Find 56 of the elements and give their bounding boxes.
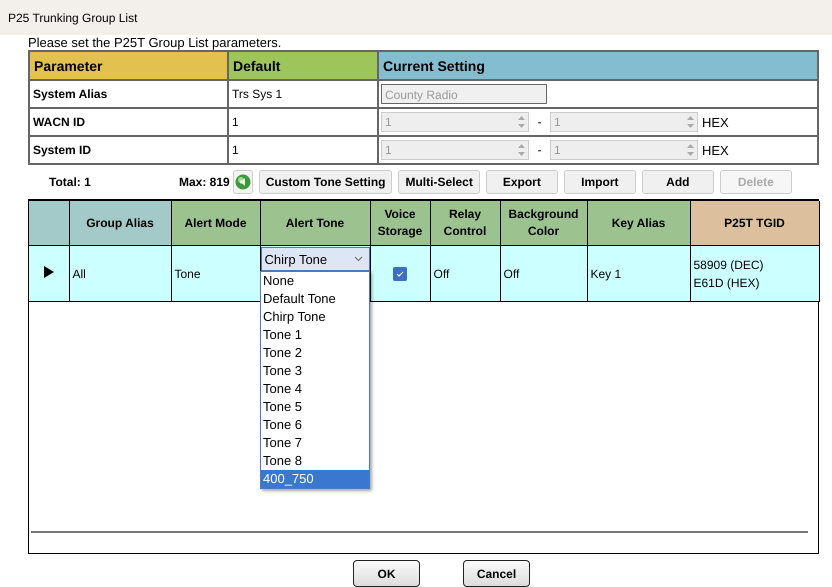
range-separator: - bbox=[536, 115, 542, 129]
dropdown-option[interactable]: Tone 3 bbox=[261, 362, 369, 380]
checkbox[interactable] bbox=[393, 267, 407, 281]
dropdown-option[interactable]: Tone 6 bbox=[261, 416, 369, 434]
column-header: Parameter bbox=[29, 51, 228, 80]
table-cell: System Alias bbox=[29, 80, 228, 108]
table-cell: Tone bbox=[171, 246, 260, 302]
check-icon bbox=[396, 271, 404, 277]
column-header: Voice Storage bbox=[370, 201, 430, 246]
table-cell: 1 bbox=[228, 108, 378, 136]
dropdown-option[interactable]: Tone 4 bbox=[261, 380, 369, 398]
table-cell: Trs Sys 1 bbox=[228, 80, 378, 108]
table-cell: All bbox=[69, 246, 171, 302]
dropdown-option[interactable]: 400_750 bbox=[261, 470, 369, 488]
table-cell: Off bbox=[500, 246, 587, 302]
column-header: Group Alias bbox=[69, 201, 171, 246]
column-header: Alert Tone bbox=[260, 201, 370, 246]
window-title: P25 Trunking Group List bbox=[8, 10, 138, 24]
alert-tone-select[interactable]: Chirp Tone bbox=[260, 247, 370, 271]
dropdown-option[interactable]: Tone 7 bbox=[261, 434, 369, 452]
scroll-bar[interactable] bbox=[31, 531, 808, 533]
dropdown-option[interactable]: None bbox=[261, 272, 369, 290]
toolbar-button[interactable]: Multi-Select bbox=[398, 170, 480, 194]
dropdown-option[interactable]: Tone 1 bbox=[261, 326, 369, 344]
speaker-button[interactable] bbox=[232, 170, 253, 194]
column-header: Current Setting bbox=[378, 51, 818, 80]
max-count: Max: 819 bbox=[179, 175, 230, 189]
dropdown-option[interactable]: Tone 5 bbox=[261, 398, 369, 416]
table-cell: 58909 (DEC) E61D (HEX) bbox=[690, 246, 819, 302]
instruction-text: Please set the P25T Group List parameters. bbox=[28, 35, 282, 50]
table-cell: WACN ID bbox=[29, 108, 228, 136]
total-count: Total: 1 bbox=[48, 175, 92, 189]
dropdown-option[interactable]: Tone 8 bbox=[261, 452, 369, 470]
toolbar-button[interactable]: Custom Tone Setting bbox=[258, 170, 392, 194]
dropdown-option[interactable]: Default Tone bbox=[261, 290, 369, 308]
cancel-button[interactable]: Cancel bbox=[463, 560, 530, 587]
toolbar-button[interactable]: Add bbox=[642, 170, 714, 194]
column-header: Default bbox=[228, 51, 378, 80]
column-header: Background Color bbox=[500, 201, 587, 246]
table-cell: System ID bbox=[29, 136, 228, 164]
column-header: Relay Control bbox=[430, 201, 500, 246]
toolbar-button[interactable]: Import bbox=[564, 170, 636, 194]
ok-button[interactable]: OK bbox=[353, 560, 420, 587]
unit-label: HEX bbox=[702, 114, 729, 130]
dropdown-option[interactable]: Chirp Tone bbox=[261, 308, 369, 326]
dropdown-option[interactable]: Tone 2 bbox=[261, 344, 369, 362]
chevron-down-icon[interactable] bbox=[354, 256, 362, 262]
column-header: Key Alias bbox=[587, 201, 690, 246]
column-header: P25T TGID bbox=[690, 201, 819, 246]
toolbar-button[interactable]: Export bbox=[486, 170, 558, 194]
column-header: Alert Mode bbox=[171, 201, 260, 246]
table-cell: 1 bbox=[228, 136, 378, 164]
unit-label: HEX bbox=[702, 142, 729, 158]
table-cell: Key 1 bbox=[587, 246, 690, 302]
table-cell: Off bbox=[430, 246, 500, 302]
range-separator: - bbox=[536, 143, 542, 157]
